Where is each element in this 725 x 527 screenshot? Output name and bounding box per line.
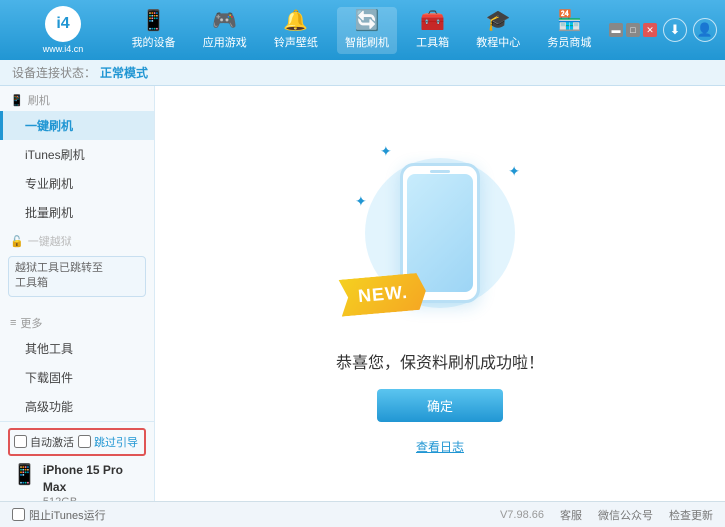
- sparkle-1: ✦: [380, 143, 392, 160]
- sidebar-section-flash: 📱 刷机: [0, 86, 154, 111]
- auto-activate-checkbox[interactable]: [14, 435, 27, 448]
- logo-text: www.i4.cn: [43, 44, 84, 54]
- flash-section-label: 刷机: [28, 92, 50, 108]
- new-badge: NEW.: [339, 272, 428, 316]
- sidebar-section-more: ≡ 更多: [0, 309, 154, 334]
- jailbreak-icon: 🔓: [10, 235, 24, 248]
- status-label: 设备连接状态：: [12, 64, 96, 81]
- device-area: 自动激活 跳过引导 📱 iPhone 15 Pro Max 512GB iPho…: [0, 421, 154, 501]
- nav-merchant[interactable]: 🏪 务员商城: [539, 7, 599, 54]
- sidebar-section-jailbreak: 🔓 一键越狱: [0, 227, 154, 252]
- nav-app-game[interactable]: 🎮 应用游戏: [195, 7, 255, 54]
- nav-items: 📱 我的设备 🎮 应用游戏 🔔 铃声壁纸 🔄 智能刷机 🧰 工具箱 🎓 教程中心…: [118, 0, 605, 60]
- nav-tutorial-label: 教程中心: [476, 34, 520, 50]
- nav-ringtone-label: 铃声壁纸: [274, 34, 318, 50]
- maximize-button[interactable]: □: [626, 23, 640, 37]
- sparkle-3: ✦: [355, 193, 367, 210]
- wechat-link[interactable]: 微信公众号: [598, 507, 653, 523]
- device-name: iPhone 15 Pro Max: [43, 462, 142, 496]
- auto-guide-checkbox[interactable]: [78, 435, 91, 448]
- jailbreak-label: 一键越狱: [28, 233, 72, 249]
- device-info: 📱 iPhone 15 Pro Max 512GB iPhone: [8, 460, 146, 501]
- logo-icon: i4: [45, 6, 81, 42]
- window-controls: ▬ □ ✕: [609, 23, 657, 37]
- merchant-icon: 🏪: [557, 11, 582, 31]
- auto-activate-label[interactable]: 自动激活: [14, 434, 74, 450]
- more-label: 更多: [20, 315, 42, 331]
- toolbox-icon: 🧰: [420, 11, 445, 31]
- nav-my-device[interactable]: 📱 我的设备: [124, 7, 184, 54]
- sidebar-item-advanced[interactable]: 高级功能: [0, 392, 154, 421]
- confirm-button[interactable]: 确定: [377, 389, 503, 422]
- block-itunes-checkbox[interactable]: [12, 508, 25, 521]
- sidebar-item-download-firm[interactable]: 下载固件: [0, 363, 154, 392]
- download-button[interactable]: ⬇: [663, 18, 687, 42]
- status-value: 正常模式: [100, 64, 148, 81]
- nav-app-label: 应用游戏: [203, 34, 247, 50]
- tutorial-icon: 🎓: [486, 11, 511, 31]
- bottom-bar: 阻止iTunes运行 V7.98.66 客服 微信公众号 检查更新: [0, 501, 725, 527]
- top-nav-bar: i4 www.i4.cn 📱 我的设备 🎮 应用游戏 🔔 铃声壁纸 🔄 智能刷机…: [0, 0, 725, 60]
- device-phone-icon: 📱: [12, 462, 37, 487]
- device-storage: 512GB: [43, 495, 142, 501]
- content-area: NEW. ✦ ✦ ✦ 恭喜您，保资料刷机成功啦！ 确定 查看日志: [155, 86, 725, 501]
- sparkle-2: ✦: [508, 163, 520, 180]
- status-bar: 设备连接状态： 正常模式: [0, 60, 725, 86]
- auto-area: 自动激活 跳过引导: [8, 428, 146, 456]
- close-button[interactable]: ✕: [643, 23, 657, 37]
- phone-screen: [407, 174, 473, 292]
- flash-section-icon: 📱: [10, 94, 24, 107]
- device-icon: 📱: [141, 11, 166, 31]
- view-log-link[interactable]: 查看日志: [416, 438, 464, 455]
- nav-tutorial[interactable]: 🎓 教程中心: [468, 7, 528, 54]
- itunes-check-area: 阻止iTunes运行: [12, 507, 106, 523]
- flash-icon: 🔄: [355, 11, 380, 31]
- device-text: iPhone 15 Pro Max 512GB iPhone: [43, 462, 142, 501]
- more-icon: ≡: [10, 317, 16, 329]
- ringtone-icon: 🔔: [283, 11, 308, 31]
- success-text: 恭喜您，保资料刷机成功啦！: [336, 349, 544, 373]
- nav-smart-flash-label: 智能刷机: [345, 34, 389, 50]
- sidebar-item-one-key-flash[interactable]: 一键刷机: [0, 111, 154, 140]
- sidebar-item-pro-flash[interactable]: 专业刷机: [0, 169, 154, 198]
- nav-toolbox-label: 工具箱: [416, 34, 449, 50]
- nav-merchant-label: 务员商城: [547, 34, 591, 50]
- version-text: V7.98.66: [500, 509, 544, 521]
- app-icon: 🎮: [212, 11, 237, 31]
- sidebar-item-other-tools[interactable]: 其他工具: [0, 334, 154, 363]
- sidebar-item-itunes-flash[interactable]: iTunes刷机: [0, 140, 154, 169]
- auto-guide-label[interactable]: 跳过引导: [78, 434, 138, 450]
- nav-smart-flash[interactable]: 🔄 智能刷机: [337, 7, 397, 54]
- nav-my-device-label: 我的设备: [132, 34, 176, 50]
- sidebar-item-batch-flash[interactable]: 批量刷机: [0, 198, 154, 227]
- success-illustration: NEW. ✦ ✦ ✦: [350, 133, 530, 333]
- top-right-area: ▬ □ ✕ ⬇ 👤: [605, 18, 717, 42]
- main-layout: 📱 刷机 一键刷机 iTunes刷机 专业刷机 批量刷机 🔓 一键越狱 越狱工具…: [0, 86, 725, 501]
- user-button[interactable]: 👤: [693, 18, 717, 42]
- customer-service-link[interactable]: 客服: [560, 507, 582, 523]
- block-itunes-label: 阻止iTunes运行: [29, 507, 106, 523]
- nav-toolbox[interactable]: 🧰 工具箱: [408, 7, 457, 54]
- check-update-link[interactable]: 检查更新: [669, 507, 713, 523]
- jailbreak-notice: 越狱工具已跳转至 工具箱: [8, 256, 146, 297]
- nav-ringtone[interactable]: 🔔 铃声壁纸: [266, 7, 326, 54]
- phone-speaker: [430, 170, 450, 173]
- sidebar: 📱 刷机 一键刷机 iTunes刷机 专业刷机 批量刷机 🔓 一键越狱 越狱工具…: [0, 86, 155, 501]
- minimize-button[interactable]: ▬: [609, 23, 623, 37]
- logo-area: i4 www.i4.cn: [8, 6, 118, 54]
